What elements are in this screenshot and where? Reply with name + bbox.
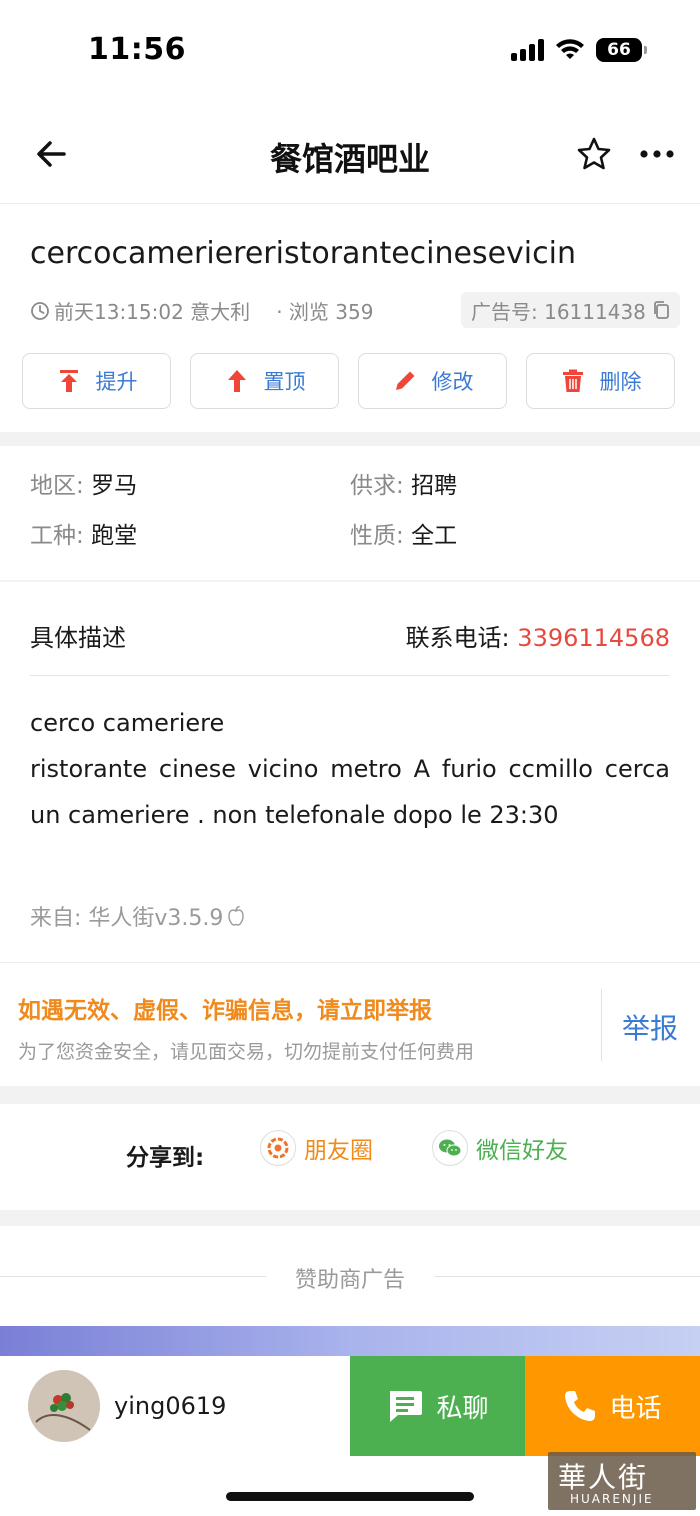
wechat-icon <box>432 1130 468 1166</box>
ad-number-badge[interactable]: 广告号: 16111438 <box>461 292 680 328</box>
action-bar: 提升 置顶 修改 删除 <box>22 353 675 409</box>
bottom-action-bar: ying0619 私聊 电话 <box>0 1356 700 1456</box>
clock-icon <box>31 301 49 320</box>
phone-number[interactable]: 3396114568 <box>517 624 670 652</box>
warning-subtitle: 为了您资金安全，请见面交易，切勿提前支付任何费用 <box>18 1041 475 1063</box>
share-panel: 分享到: 朋友圈 微信好友 <box>0 1104 700 1202</box>
description-label: 具体描述 <box>30 624 126 652</box>
status-bar: 11:56 66 <box>0 0 700 100</box>
post-title: cercocameriereristorantecinesevicin <box>30 236 576 271</box>
divider <box>601 989 602 1061</box>
job-type-value: 跑堂 <box>91 523 138 549</box>
apple-icon <box>228 905 245 926</box>
watermark-logo: 華人街 HUARENJIE <box>548 1452 696 1510</box>
nav-bar: 餐馆酒吧业 <box>0 100 700 204</box>
supply-key: 供求: <box>350 473 404 499</box>
job-type-field: 工种: 跑堂 <box>30 516 137 550</box>
description-body: cerco cameriere ristorante cinese vicino… <box>30 700 670 838</box>
info-row: 工种: 跑堂 性质: 全工 <box>30 516 670 566</box>
share-moments-button[interactable]: 朋友圈 <box>260 1130 373 1166</box>
share-label: 分享到: <box>126 1145 205 1171</box>
section-divider <box>0 1086 700 1104</box>
region-field: 地区: 罗马 <box>30 466 137 500</box>
boost-icon <box>59 370 78 392</box>
warning-title: 如遇无效、虚假、诈骗信息，请立即举报 <box>18 998 432 1024</box>
share-wechat-label: 微信好友 <box>476 1138 568 1164</box>
moments-icon <box>260 1130 296 1166</box>
home-indicator[interactable] <box>226 1492 474 1501</box>
share-moments-label: 朋友圈 <box>304 1138 373 1164</box>
private-chat-button[interactable]: 私聊 <box>350 1356 525 1456</box>
sponsor-section: 赞助商广告 <box>0 1262 700 1293</box>
avatar[interactable] <box>28 1370 100 1442</box>
boost-button[interactable]: 提升 <box>22 353 171 409</box>
delete-label: 删除 <box>599 370 642 394</box>
description-line: ristorante cinese vicino metro A furio c… <box>30 755 670 829</box>
post-views: · 浏览 359 <box>276 300 374 324</box>
divider <box>434 1276 700 1277</box>
nature-value: 全工 <box>411 523 458 549</box>
phone-label: 联系电话: <box>405 624 510 652</box>
ad-number: 广告号: 16111438 <box>471 299 646 324</box>
pencil-icon <box>395 371 414 390</box>
contact-phone[interactable]: 联系电话: 3396114568 <box>406 618 670 653</box>
section-divider <box>0 1210 700 1226</box>
post-source: 来自: 华人街v3.5.9 <box>30 900 245 932</box>
boost-label: 提升 <box>95 370 138 394</box>
cellular-signal-icon <box>511 39 544 61</box>
pin-top-button[interactable]: 置顶 <box>190 353 339 409</box>
divider <box>30 675 670 676</box>
supply-value: 招聘 <box>411 473 458 499</box>
trash-icon <box>562 369 583 392</box>
chat-bubble-icon <box>390 1391 423 1422</box>
more-options-icon[interactable] <box>638 140 676 168</box>
edit-button[interactable]: 修改 <box>358 353 507 409</box>
phone-icon <box>565 1391 596 1421</box>
info-row: 地区: 罗马 供求: 招聘 <box>30 466 670 516</box>
section-divider <box>0 580 700 582</box>
section-divider <box>0 432 700 446</box>
arrow-up-icon <box>227 370 246 392</box>
pin-top-label: 置顶 <box>263 370 306 394</box>
status-time: 11:56 <box>88 32 186 67</box>
share-wechat-button[interactable]: 微信好友 <box>432 1130 568 1166</box>
info-grid: 地区: 罗马 供求: 招聘 工种: 跑堂 性质: 全工 <box>30 466 670 566</box>
sponsor-label: 赞助商广告 <box>294 1268 405 1293</box>
post-time-location: 前天13:15:02 意大利 <box>54 300 251 324</box>
nature-key: 性质: <box>350 523 404 549</box>
source-text: 来自: 华人街v3.5.9 <box>30 906 224 931</box>
copy-icon[interactable] <box>652 300 670 320</box>
favorite-star-icon[interactable] <box>576 136 612 172</box>
post-meta: 前天13:15:02 意大利 · 浏览 359 <box>30 296 373 325</box>
watermark-cn: 華人街 <box>558 1461 649 1494</box>
supply-field: 供求: 招聘 <box>350 466 457 500</box>
call-button[interactable]: 电话 <box>525 1356 700 1456</box>
report-warning-panel: 如遇无效、虚假、诈骗信息，请立即举报 为了您资金安全，请见面交易，切勿提前支付任… <box>0 962 700 1086</box>
nature-field: 性质: 全工 <box>350 516 457 550</box>
sponsor-ad-banner[interactable] <box>0 1326 700 1360</box>
status-icons: 66 <box>511 38 647 62</box>
watermark-en: HUARENJIE <box>570 1492 654 1506</box>
region-key: 地区: <box>30 473 84 499</box>
report-button[interactable]: 举报 <box>622 1007 678 1047</box>
battery-indicator: 66 <box>596 38 647 62</box>
region-value: 罗马 <box>91 473 138 499</box>
description-line: cerco cameriere <box>30 709 225 737</box>
job-type-key: 工种: <box>30 523 84 549</box>
username[interactable]: ying0619 <box>114 1392 226 1420</box>
wifi-icon <box>556 39 584 59</box>
private-chat-label: 私聊 <box>436 1393 489 1424</box>
delete-button[interactable]: 删除 <box>526 353 675 409</box>
edit-label: 修改 <box>431 370 474 394</box>
call-label: 电话 <box>609 1393 662 1424</box>
